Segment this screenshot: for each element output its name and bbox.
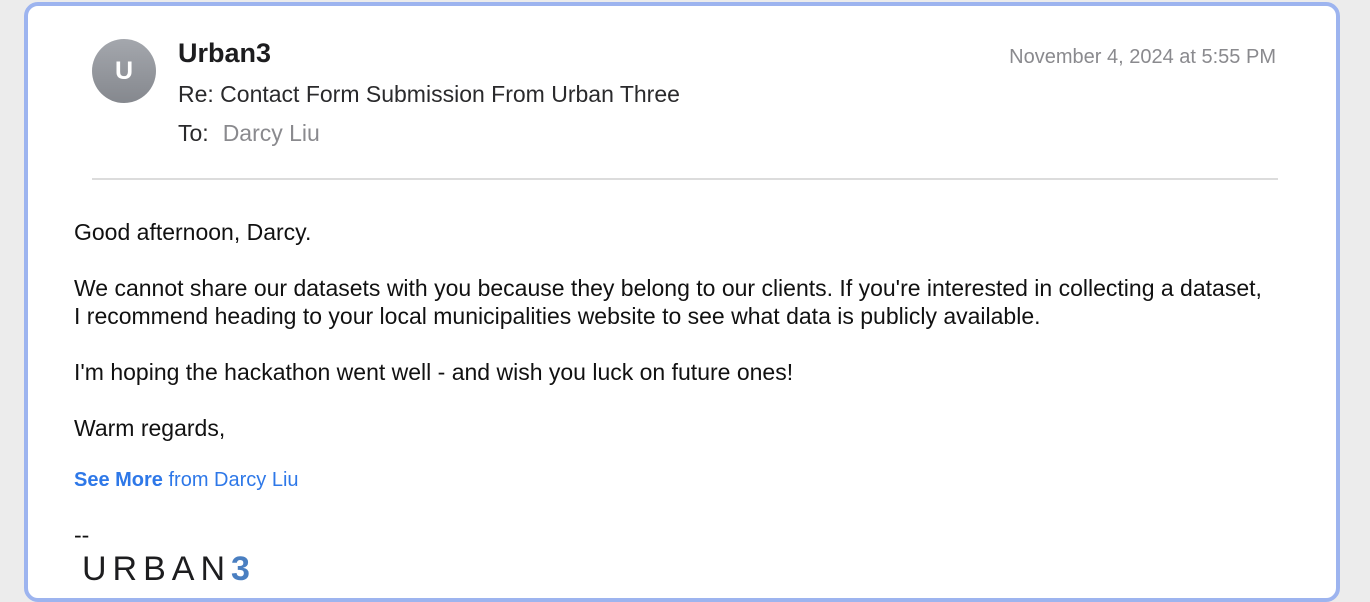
sender-avatar: U [92,39,156,103]
logo-text: URBAN [82,550,232,588]
body-closing: Warm regards, [74,415,226,441]
message-subject: Re: Contact Form Submission From Urban T… [178,81,680,107]
sender-name: Urban3 [178,38,272,68]
urban3-logo: URBAN3 [82,550,256,589]
recipient-row: To: Darcy Liu [178,120,320,147]
see-more-label: See More [74,469,163,491]
to-label: To: [178,120,209,146]
message-timestamp: November 4, 2024 at 5:55 PM [1009,46,1276,68]
avatar-initial: U [114,56,134,85]
body-paragraph-2: I'm hoping the hackathon went well - and… [74,359,794,385]
body-paragraph-1: We cannot share our datasets with you be… [74,275,1262,329]
recipient-name[interactable]: Darcy Liu [223,120,320,146]
signature-separator: -- [74,522,90,548]
message-window: U Urban3 November 4, 2024 at 5:55 PM Re:… [24,2,1340,602]
body-greeting: Good afternoon, Darcy. [74,219,312,245]
see-more-source: from Darcy Liu [168,469,299,491]
header-divider [92,178,1278,180]
logo-accent: 3 [231,550,256,588]
see-more-link[interactable]: See More from Darcy Liu [74,469,299,492]
